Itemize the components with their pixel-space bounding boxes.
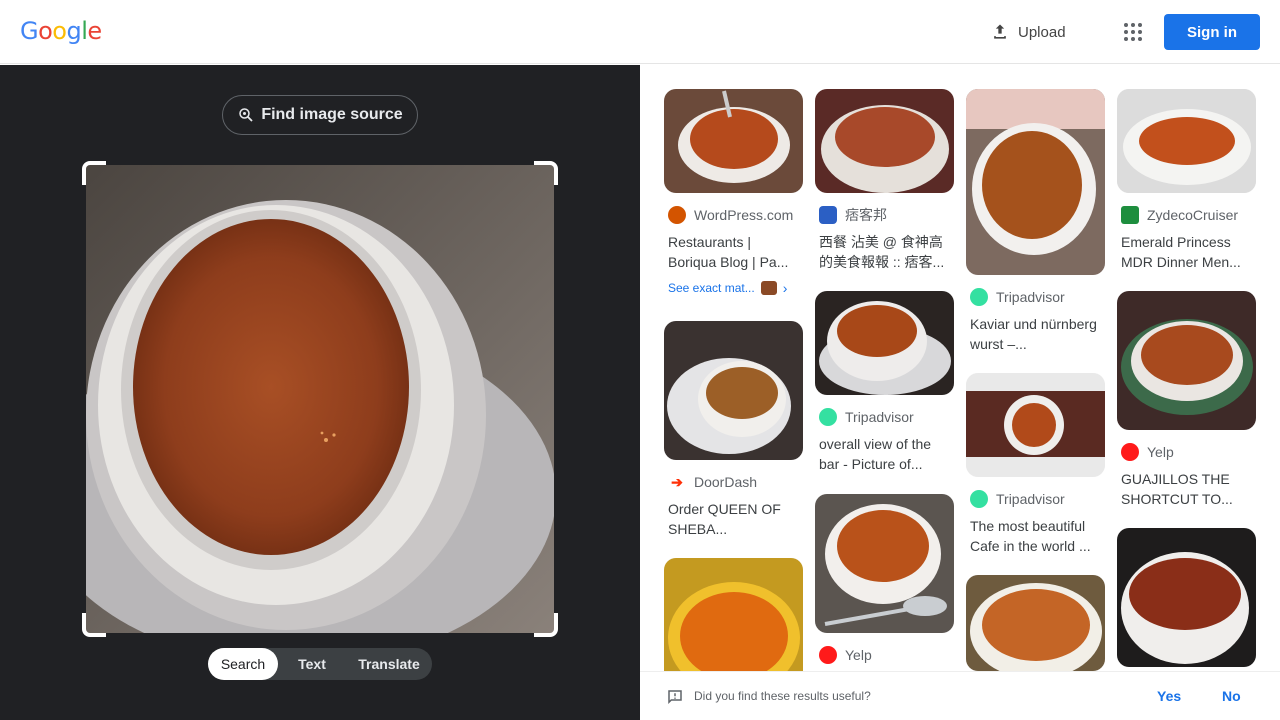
result-thumbnail[interactable] xyxy=(815,291,954,395)
doordash-icon: ➔ xyxy=(668,473,686,491)
result-title[interactable]: 西餐 沾美 @ 食神高的美食報報 :: 痞客... xyxy=(815,232,954,272)
result-card[interactable]: ➔ DoorDash Order QUEEN OF SHEBA... xyxy=(664,321,803,539)
logo-letter: g xyxy=(66,17,82,45)
result-title[interactable]: overall view of the bar - Picture of... xyxy=(815,434,954,474)
result-source[interactable]: ➔ DoorDash xyxy=(664,473,803,491)
mode-text-tab[interactable]: Text xyxy=(278,648,346,680)
logo-letter: e xyxy=(87,17,102,45)
result-card[interactable]: Tripadvisor overall view of the bar - Pi… xyxy=(815,291,954,474)
tripadvisor-icon xyxy=(819,408,837,426)
google-logo[interactable]: Google xyxy=(20,17,102,45)
find-image-source-label: Find image source xyxy=(261,106,403,123)
result-source[interactable]: Yelp xyxy=(1117,443,1256,461)
result-title[interactable]: Restaurants | Boriqua Blog | Pa... xyxy=(664,232,803,272)
result-title[interactable]: Kaviar und nürnberg wurst –... xyxy=(966,314,1105,354)
result-card[interactable]: Tripadvisor Kaviar und nürnberg wurst –.… xyxy=(966,89,1105,354)
top-header: Google Upload Sign in xyxy=(0,0,1280,64)
result-thumbnail[interactable] xyxy=(815,89,954,193)
result-thumbnail[interactable] xyxy=(1117,528,1256,667)
query-image[interactable] xyxy=(86,165,554,633)
result-thumbnail[interactable] xyxy=(664,89,803,193)
pixnet-icon xyxy=(819,206,837,224)
result-thumbnail[interactable] xyxy=(966,575,1105,671)
upload-label: Upload xyxy=(1018,23,1066,41)
feedback-icon xyxy=(668,690,682,705)
result-title[interactable]: Order QUEEN OF SHEBA... xyxy=(664,499,803,539)
google-apps-icon[interactable] xyxy=(1120,20,1144,44)
result-source[interactable]: Tripadvisor xyxy=(966,490,1105,508)
result-card[interactable]: Yelp GUAJILLOS THE SHORTCUT TO... xyxy=(1117,291,1256,509)
sign-in-button[interactable]: Sign in xyxy=(1164,14,1260,50)
logo-letter: o xyxy=(52,17,67,45)
feedback-question: Did you find these results useful? xyxy=(694,689,871,703)
tripadvisor-icon xyxy=(970,490,988,508)
result-source[interactable]: WordPress.com xyxy=(664,206,803,224)
chevron-right-icon: › xyxy=(782,280,788,296)
result-thumbnail[interactable] xyxy=(664,558,803,671)
logo-letter: G xyxy=(20,17,39,45)
result-card[interactable]: ZydecoCruiser Emerald Princess MDR Dinne… xyxy=(1117,89,1256,272)
query-image-panel: Find image source Search Text Translate xyxy=(0,65,640,720)
crop-handle-top-right[interactable] xyxy=(534,161,558,185)
result-source[interactable]: ZydecoCruiser xyxy=(1117,206,1256,224)
result-card[interactable]: WordPress.com Restaurants | Boriqua Blog… xyxy=(664,89,803,296)
result-thumbnail[interactable] xyxy=(1117,291,1256,430)
yelp-icon xyxy=(1121,443,1139,461)
result-source[interactable]: 痞客邦 xyxy=(815,206,954,224)
feedback-no-button[interactable]: No xyxy=(1222,688,1241,704)
result-title[interactable]: GUAJILLOS THE SHORTCUT TO... xyxy=(1117,469,1256,509)
result-source[interactable]: Yelp xyxy=(815,646,954,664)
result-title[interactable]: Emerald Princess MDR Dinner Men... xyxy=(1117,232,1256,272)
wordpress-icon xyxy=(668,206,686,224)
result-thumbnail[interactable] xyxy=(815,494,954,633)
logo-letter: o xyxy=(38,17,53,45)
see-exact-matches-link[interactable]: See exact mat... › xyxy=(664,280,803,296)
result-thumbnail[interactable] xyxy=(966,373,1105,477)
yelp-icon xyxy=(819,646,837,664)
result-card[interactable] xyxy=(966,575,1105,671)
result-card[interactable] xyxy=(664,558,803,671)
tripadvisor-icon xyxy=(970,288,988,306)
result-thumbnail[interactable] xyxy=(1117,89,1256,193)
result-card[interactable]: Tripadvisor The most beautiful Cafe in t… xyxy=(966,373,1105,556)
visual-matches-grid: WordPress.com Restaurants | Boriqua Blog… xyxy=(640,65,1280,671)
upload-icon xyxy=(994,24,1006,39)
lens-mode-switch: Search Text Translate xyxy=(208,648,432,680)
result-source[interactable]: Tripadvisor xyxy=(815,408,954,426)
find-image-source-button[interactable]: Find image source xyxy=(222,95,418,135)
result-card[interactable] xyxy=(1117,528,1256,667)
result-thumbnail[interactable] xyxy=(966,89,1105,275)
upload-button[interactable]: Upload xyxy=(990,18,1066,46)
result-card[interactable]: Yelp xyxy=(815,494,954,664)
zydeco-icon xyxy=(1121,206,1139,224)
result-card[interactable]: 痞客邦 西餐 沾美 @ 食神高的美食報報 :: 痞客... xyxy=(815,89,954,272)
crop-handle-bottom-left[interactable] xyxy=(82,613,106,637)
result-source[interactable]: Tripadvisor xyxy=(966,288,1105,306)
result-title[interactable]: The most beautiful Cafe in the world ... xyxy=(966,516,1105,556)
feedback-yes-button[interactable]: Yes xyxy=(1157,688,1181,704)
result-thumbnail[interactable] xyxy=(664,321,803,460)
crop-handle-top-left[interactable] xyxy=(82,161,106,185)
mode-translate-tab[interactable]: Translate xyxy=(346,648,432,680)
lens-search-icon xyxy=(239,108,253,122)
exact-match-thumbnail xyxy=(760,281,777,295)
crop-handle-bottom-right[interactable] xyxy=(534,613,558,637)
mode-search-tab[interactable]: Search xyxy=(208,648,278,680)
feedback-bar: Did you find these results useful? Yes N… xyxy=(640,671,1280,720)
